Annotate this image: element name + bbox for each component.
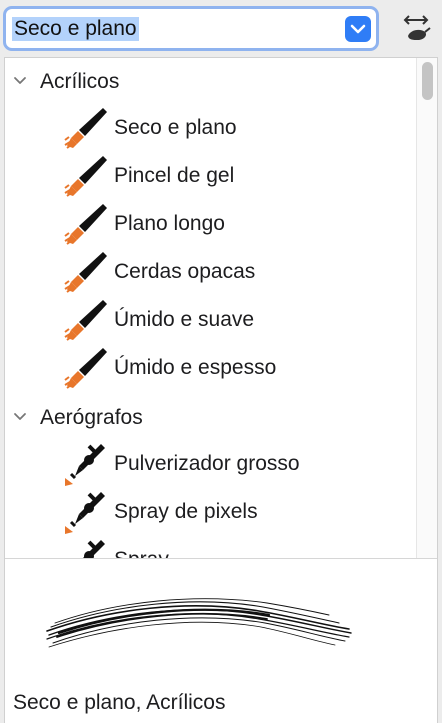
brush-list[interactable]: Acrílicos Seco e plano Pincel de gel Pla… [5,58,415,558]
brush-icon [64,108,107,149]
brush-panel: Acrílicos Seco e plano Pincel de gel Pla… [4,57,438,723]
list-item-label: Plano longo [114,212,225,235]
list-item-label: Úmido e espesso [114,356,277,379]
brush-icon [64,300,107,341]
group-label: Acrílicos [40,70,120,93]
scrollbar-thumb[interactable] [422,62,433,100]
group-aerografos[interactable]: Aerógrafos [5,398,415,438]
list-item[interactable]: Seco e plano [5,104,415,152]
group-label: Aerógrafos [40,406,143,429]
chevron-down-icon[interactable] [345,16,371,42]
brush-preset-combobox[interactable]: Seco e plano [3,6,379,51]
list-item-label: Spray de pixels [114,500,258,523]
list-item-label: Úmido e suave [114,308,255,331]
brush-stroke-preview [46,598,352,648]
brush-preset-value[interactable]: Seco e plano [12,17,139,41]
list-item[interactable]: Pincel de gel [5,152,415,200]
airbrush-icon [83,540,105,558]
toolbar: Seco e plano [0,0,442,56]
list-item[interactable]: Úmido e espesso [5,344,415,392]
group-acrilicos[interactable]: Acrílicos [5,62,415,102]
list-item[interactable]: Spray de pixels [5,488,415,536]
vertical-scrollbar[interactable] [416,58,437,558]
list-item-label: Seco e plano [114,116,237,139]
list-item-label: Pincel de gel [114,164,235,187]
list-item[interactable]: Cerdas opacas [5,248,415,296]
airbrush-icon [65,444,105,486]
chevron-down-icon[interactable] [11,407,29,425]
list-item-label: Spray [114,546,169,558]
brush-icon [64,252,107,293]
swap-brush-icon[interactable] [400,10,434,46]
brush-preview: Seco e plano, Acrílicos [5,559,437,723]
brush-icon [64,348,107,389]
list-item-label: Pulverizador grosso [114,452,300,475]
preview-caption: Seco e plano, Acrílicos [13,691,226,714]
chevron-down-icon[interactable] [11,71,29,89]
list-item[interactable]: Plano longo [5,200,415,248]
list-item[interactable]: Pulverizador grosso [5,440,415,488]
brush-icon [64,204,107,245]
airbrush-icon [65,492,105,534]
list-item[interactable]: Úmido e suave [5,296,415,344]
list-item[interactable]: Spray [5,536,415,558]
list-item-label: Cerdas opacas [114,260,256,283]
brush-icon [64,156,107,197]
